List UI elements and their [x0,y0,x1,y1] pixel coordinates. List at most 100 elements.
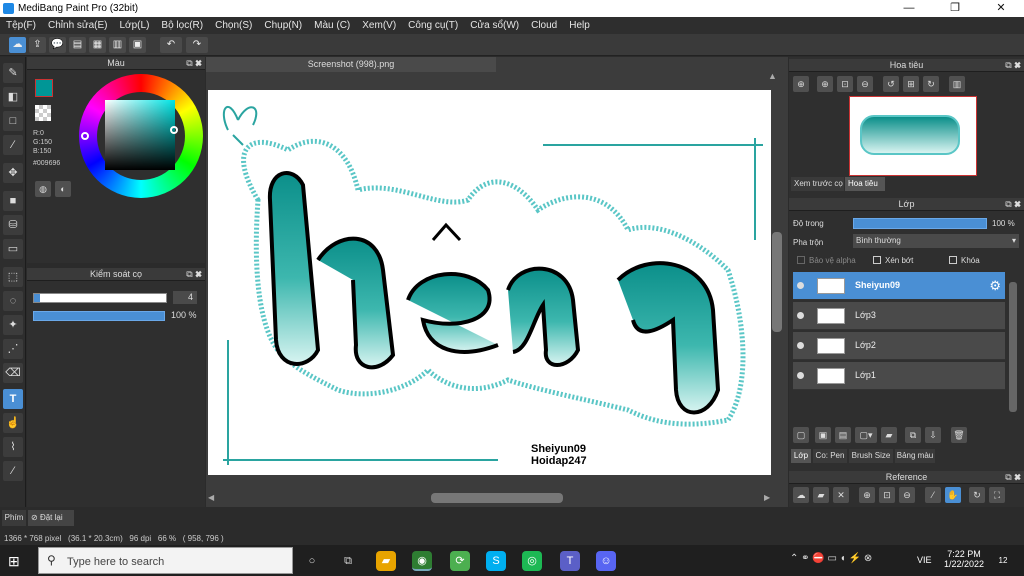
lock-checkbox[interactable] [949,256,957,264]
menu-view[interactable]: Xem(V) [356,20,402,31]
tab-navigator[interactable]: Hoa tiêu [845,177,885,191]
zoom-in-icon[interactable]: ⊕ [817,76,833,92]
cloud-icon[interactable]: ☁ [9,37,26,53]
text-tool-icon[interactable]: T [3,389,23,409]
reference-dropper-icon[interactable]: ⁄ [925,487,941,503]
menu-filter[interactable]: Bộ lọc(R) [155,20,209,31]
input-language[interactable]: VIE [917,555,932,565]
blend-mode-select[interactable]: Bình thường ▾ [853,234,1019,248]
maximize-button[interactable]: ❐ [932,0,978,17]
magic-wand-icon[interactable]: ✦ [3,315,23,335]
undo-icon[interactable]: ↶ [160,37,182,53]
menu-cloud[interactable]: Cloud [525,20,563,31]
rotate-right-icon[interactable]: ↻ [923,76,939,92]
brush-size-slider[interactable] [33,293,167,303]
drawing-canvas[interactable]: Sheiyun09 Hoidap247 [208,90,771,475]
new-8bit-layer-icon[interactable]: ▤ [835,427,851,443]
color-settings-icon[interactable]: ◐ [55,181,71,197]
layers-scrollbar[interactable] [1009,282,1017,412]
shape-tool-icon[interactable]: □ [3,111,23,131]
pen-tool-icon[interactable]: ∕ [3,135,23,155]
rotate-left-icon[interactable]: ↺ [883,76,899,92]
visibility-icon[interactable] [797,312,804,319]
taskbar-search[interactable]: ⚲ Type here to search [38,547,293,574]
merge-layer-icon[interactable]: ⇩ [925,427,941,443]
close-button[interactable]: ✕ [978,0,1024,17]
eraser-tool-icon[interactable]: ◧ [3,87,23,107]
menu-layer[interactable]: Lớp(L) [114,20,156,31]
hue-wheel[interactable] [79,74,203,198]
document-icon[interactable]: ▦ [89,37,106,53]
reset-button[interactable]: ⊘ Đặt lại [28,510,74,526]
visibility-icon[interactable] [797,282,804,289]
minimize-button[interactable]: — [886,0,932,17]
palette-icon[interactable]: ◍ [35,181,51,197]
brush-size-value[interactable]: 4 [173,291,197,304]
secondary-color-swatch[interactable] [35,105,51,121]
zoom-out-icon[interactable]: ⊖ [857,76,873,92]
document-tab[interactable]: Screenshot (998).png [206,57,496,72]
menu-tools[interactable]: Công cụ(T) [402,20,464,31]
add-layer-menu-icon[interactable]: ▢▾ [855,427,877,443]
clock[interactable]: 7:22 PM 1/22/2022 [944,549,984,569]
layer-row[interactable]: Lớp2 [793,332,1005,360]
cortana-icon[interactable]: ○ [302,551,322,571]
hand-icon[interactable]: ✋ [945,487,961,503]
protect-alpha-checkbox[interactable] [797,256,805,264]
brush-tool-icon[interactable]: ✎ [3,63,23,83]
reference-zoom-in-icon[interactable]: ⊕ [859,487,875,503]
lasso-tool-icon[interactable]: ◌ [3,291,23,311]
windows-start-icon[interactable]: ⊞ [8,553,20,570]
share-icon[interactable]: ⇪ [29,37,46,53]
gradient-tool-icon[interactable]: ▭ [3,239,23,259]
panel-close-icon[interactable]: ⧉ ✖ [186,57,202,70]
layer-row[interactable]: Sheiyun09 ⚙ [793,272,1005,300]
file-explorer-icon[interactable]: ▰ [376,551,396,571]
hint-tab[interactable]: Phím [2,510,26,526]
navigator-preview[interactable] [849,96,977,176]
clipping-checkbox[interactable] [873,256,881,264]
dropper-tool-icon[interactable]: ⌇ [3,437,23,457]
horizontal-scrollbar[interactable] [431,493,563,503]
reference-close-icon[interactable]: ✕ [833,487,849,503]
trash-icon[interactable]: 🗑 [951,427,967,443]
reference-cloud-icon[interactable]: ☁ [793,487,809,503]
tab-layers[interactable]: Lớp [791,449,811,463]
layer-row[interactable]: Lớp1 [793,362,1005,390]
visibility-icon[interactable] [797,372,804,379]
select-eraser-icon[interactable]: ⌫ [3,363,23,383]
redo-icon[interactable]: ↷ [186,37,208,53]
tab-brush-size[interactable]: Brush Size [849,449,893,463]
tab-palette[interactable]: Bảng màu [895,449,935,463]
layer-opacity-slider[interactable] [853,218,987,229]
navigator-settings-icon[interactable]: ▥ [949,76,965,92]
scroll-right-icon[interactable]: ▶ [764,493,770,502]
hue-marker[interactable] [170,126,178,134]
panel-close-icon[interactable]: ⧉ ✖ [1005,59,1021,72]
menu-window[interactable]: Cửa sổ(W) [464,20,525,31]
flip-icon[interactable]: ⊞ [903,76,919,92]
saturation-square[interactable] [105,100,175,170]
brush-opacity-slider[interactable] [33,311,165,321]
select-pen-icon[interactable]: ⋰ [3,339,23,359]
layout-icon[interactable]: ▣ [129,37,146,53]
tab-brush-preview[interactable]: Xem trước cọ [791,177,844,191]
panel-close-icon[interactable]: ⧉ ✖ [1005,198,1021,211]
eyedropper-icon[interactable]: ⁄ [3,461,23,481]
teams-icon[interactable]: T [560,551,580,571]
scroll-left-icon[interactable]: ◀ [208,493,214,502]
primary-color-swatch[interactable] [35,79,53,97]
menu-color[interactable]: Màu (C) [308,20,356,31]
folder-icon[interactable]: ▰ [881,427,897,443]
reference-rotate-icon[interactable]: ↻ [969,487,985,503]
discord-icon[interactable]: ☺ [596,551,616,571]
hue-ring-marker[interactable] [81,132,89,140]
menu-select[interactable]: Chọn(S) [209,20,258,31]
fit-window-icon[interactable]: ⊡ [837,76,853,92]
gear-icon[interactable]: ⚙ [989,278,1001,294]
notification-icon[interactable]: 12 [994,552,1012,570]
move-tool-icon[interactable]: ✥ [3,163,23,183]
reference-fit-icon[interactable]: ⊡ [879,487,895,503]
reference-open-icon[interactable]: ▰ [813,487,829,503]
menu-help[interactable]: Help [563,20,596,31]
